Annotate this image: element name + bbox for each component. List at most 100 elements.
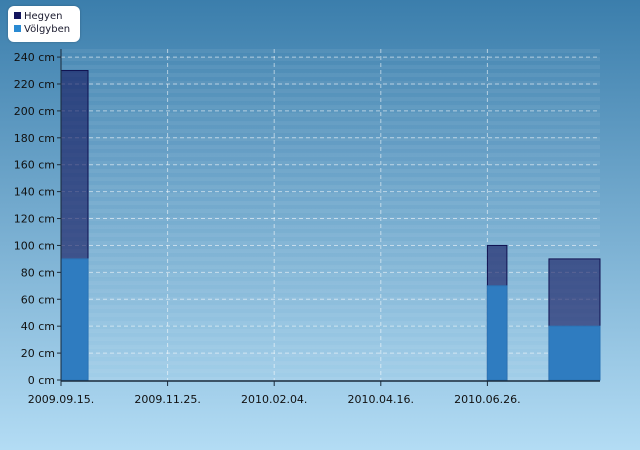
plot-band (61, 77, 600, 81)
plot-band (61, 157, 600, 161)
x-tick-label: 2009.11.25. (134, 393, 200, 406)
plot-band (61, 333, 600, 337)
plot-band (61, 101, 600, 105)
plot-band (61, 181, 600, 185)
plot-band (61, 189, 600, 193)
plot-band (61, 293, 600, 297)
plot-band (61, 201, 600, 205)
plot-band (61, 353, 600, 357)
plot-band (61, 301, 600, 305)
plot-band (61, 321, 600, 325)
y-tick-label: 80 cm (21, 266, 55, 279)
plot-band (61, 65, 600, 69)
plot-band (61, 149, 600, 153)
plot-band (61, 57, 600, 61)
y-tick-label: 0 cm (28, 374, 55, 387)
plot-band (61, 145, 600, 149)
plot-band (61, 165, 600, 169)
plot-band (61, 317, 600, 321)
plot-band (61, 349, 600, 353)
bar-chart: 0 cm 20 cm 40 cm 60 cm 80 cm 100 cm 120 cm 140 … (0, 0, 640, 450)
legend-label-volgyben: Völgyben (24, 24, 71, 35)
plot-band (61, 345, 600, 349)
plot-band (61, 205, 600, 209)
chart-legend: Hegyen Völgyben (8, 6, 80, 42)
legend-swatch-volgyben (14, 24, 21, 32)
plot-band (61, 125, 600, 129)
y-tick-label: 220 cm (14, 78, 55, 91)
plot-band (61, 193, 600, 197)
plot-band (61, 241, 600, 245)
plot-band (61, 261, 600, 265)
plot-band (61, 169, 600, 173)
y-tick-label: 40 cm (21, 320, 55, 333)
plot-band (61, 53, 600, 57)
plot-band (61, 357, 600, 361)
plot-band (61, 365, 600, 369)
plot-band (61, 277, 600, 281)
plot-band (61, 185, 600, 189)
x-tick-label: 2009.09.15. (28, 393, 94, 406)
plot-band (61, 141, 600, 145)
plot-band (61, 229, 600, 233)
plot-band (61, 305, 600, 309)
plot-band (61, 257, 600, 261)
y-tick-label: 160 cm (14, 159, 55, 172)
plot-band (61, 69, 600, 73)
plot-band (61, 113, 600, 117)
x-tick-label: 2010.02.04. (241, 393, 307, 406)
y-tick-label: 240 cm (14, 51, 55, 64)
plot-band (61, 85, 600, 89)
y-tick-label: 140 cm (14, 186, 55, 199)
plot-band (61, 121, 600, 125)
plot-band (61, 153, 600, 157)
plot-band (61, 249, 600, 253)
bar-volgyben (60, 258, 89, 381)
plot-band (61, 377, 600, 380)
plot-band (61, 221, 600, 225)
x-tick-label: 2010.06.26. (454, 393, 520, 406)
y-tick-label: 120 cm (14, 213, 55, 226)
plot-band (61, 61, 600, 65)
plot-band (61, 341, 600, 345)
bar-volgyben (548, 325, 601, 381)
plot-band (61, 129, 600, 133)
plot-band (61, 309, 600, 313)
plot-band (61, 361, 600, 365)
legend-swatch-hegyen (14, 11, 21, 19)
plot-band (61, 285, 600, 289)
plot-band (61, 329, 600, 333)
plot-band (61, 213, 600, 217)
y-tick-label: 180 cm (14, 132, 55, 145)
plot-band (61, 265, 600, 269)
plot-band (61, 281, 600, 285)
legend-label-hegyen: Hegyen (24, 11, 63, 22)
x-tick-label: 2010.04.16. (348, 393, 414, 406)
plot-band (61, 49, 600, 53)
chart-area: 0 cm 20 cm 40 cm 60 cm 80 cm 100 cm 120 cm 140 … (0, 0, 640, 450)
y-tick-label: 200 cm (14, 105, 55, 118)
plot-band (61, 369, 600, 373)
y-tick-label: 100 cm (14, 239, 55, 252)
legend-item-volgyben: Völgyben (14, 23, 70, 37)
plot-band (61, 73, 600, 77)
plot-band (61, 313, 600, 317)
plot-band (61, 289, 600, 293)
plot-band (61, 173, 600, 177)
plot-band (61, 233, 600, 237)
plot-band (61, 337, 600, 341)
bar-volgyben (486, 285, 508, 381)
plot-band (61, 197, 600, 201)
plot-band (61, 325, 600, 329)
y-tick-label: 60 cm (21, 293, 55, 306)
y-tick-label: 20 cm (21, 347, 55, 360)
plot-band (61, 105, 600, 109)
legend-item-hegyen: Hegyen (14, 10, 62, 24)
plot-band (61, 273, 600, 277)
plot-band (61, 177, 600, 181)
plot-band (61, 209, 600, 213)
plot-band (61, 373, 600, 377)
plot-band (61, 225, 600, 229)
plot-band (61, 97, 600, 101)
plot-band (61, 93, 600, 97)
